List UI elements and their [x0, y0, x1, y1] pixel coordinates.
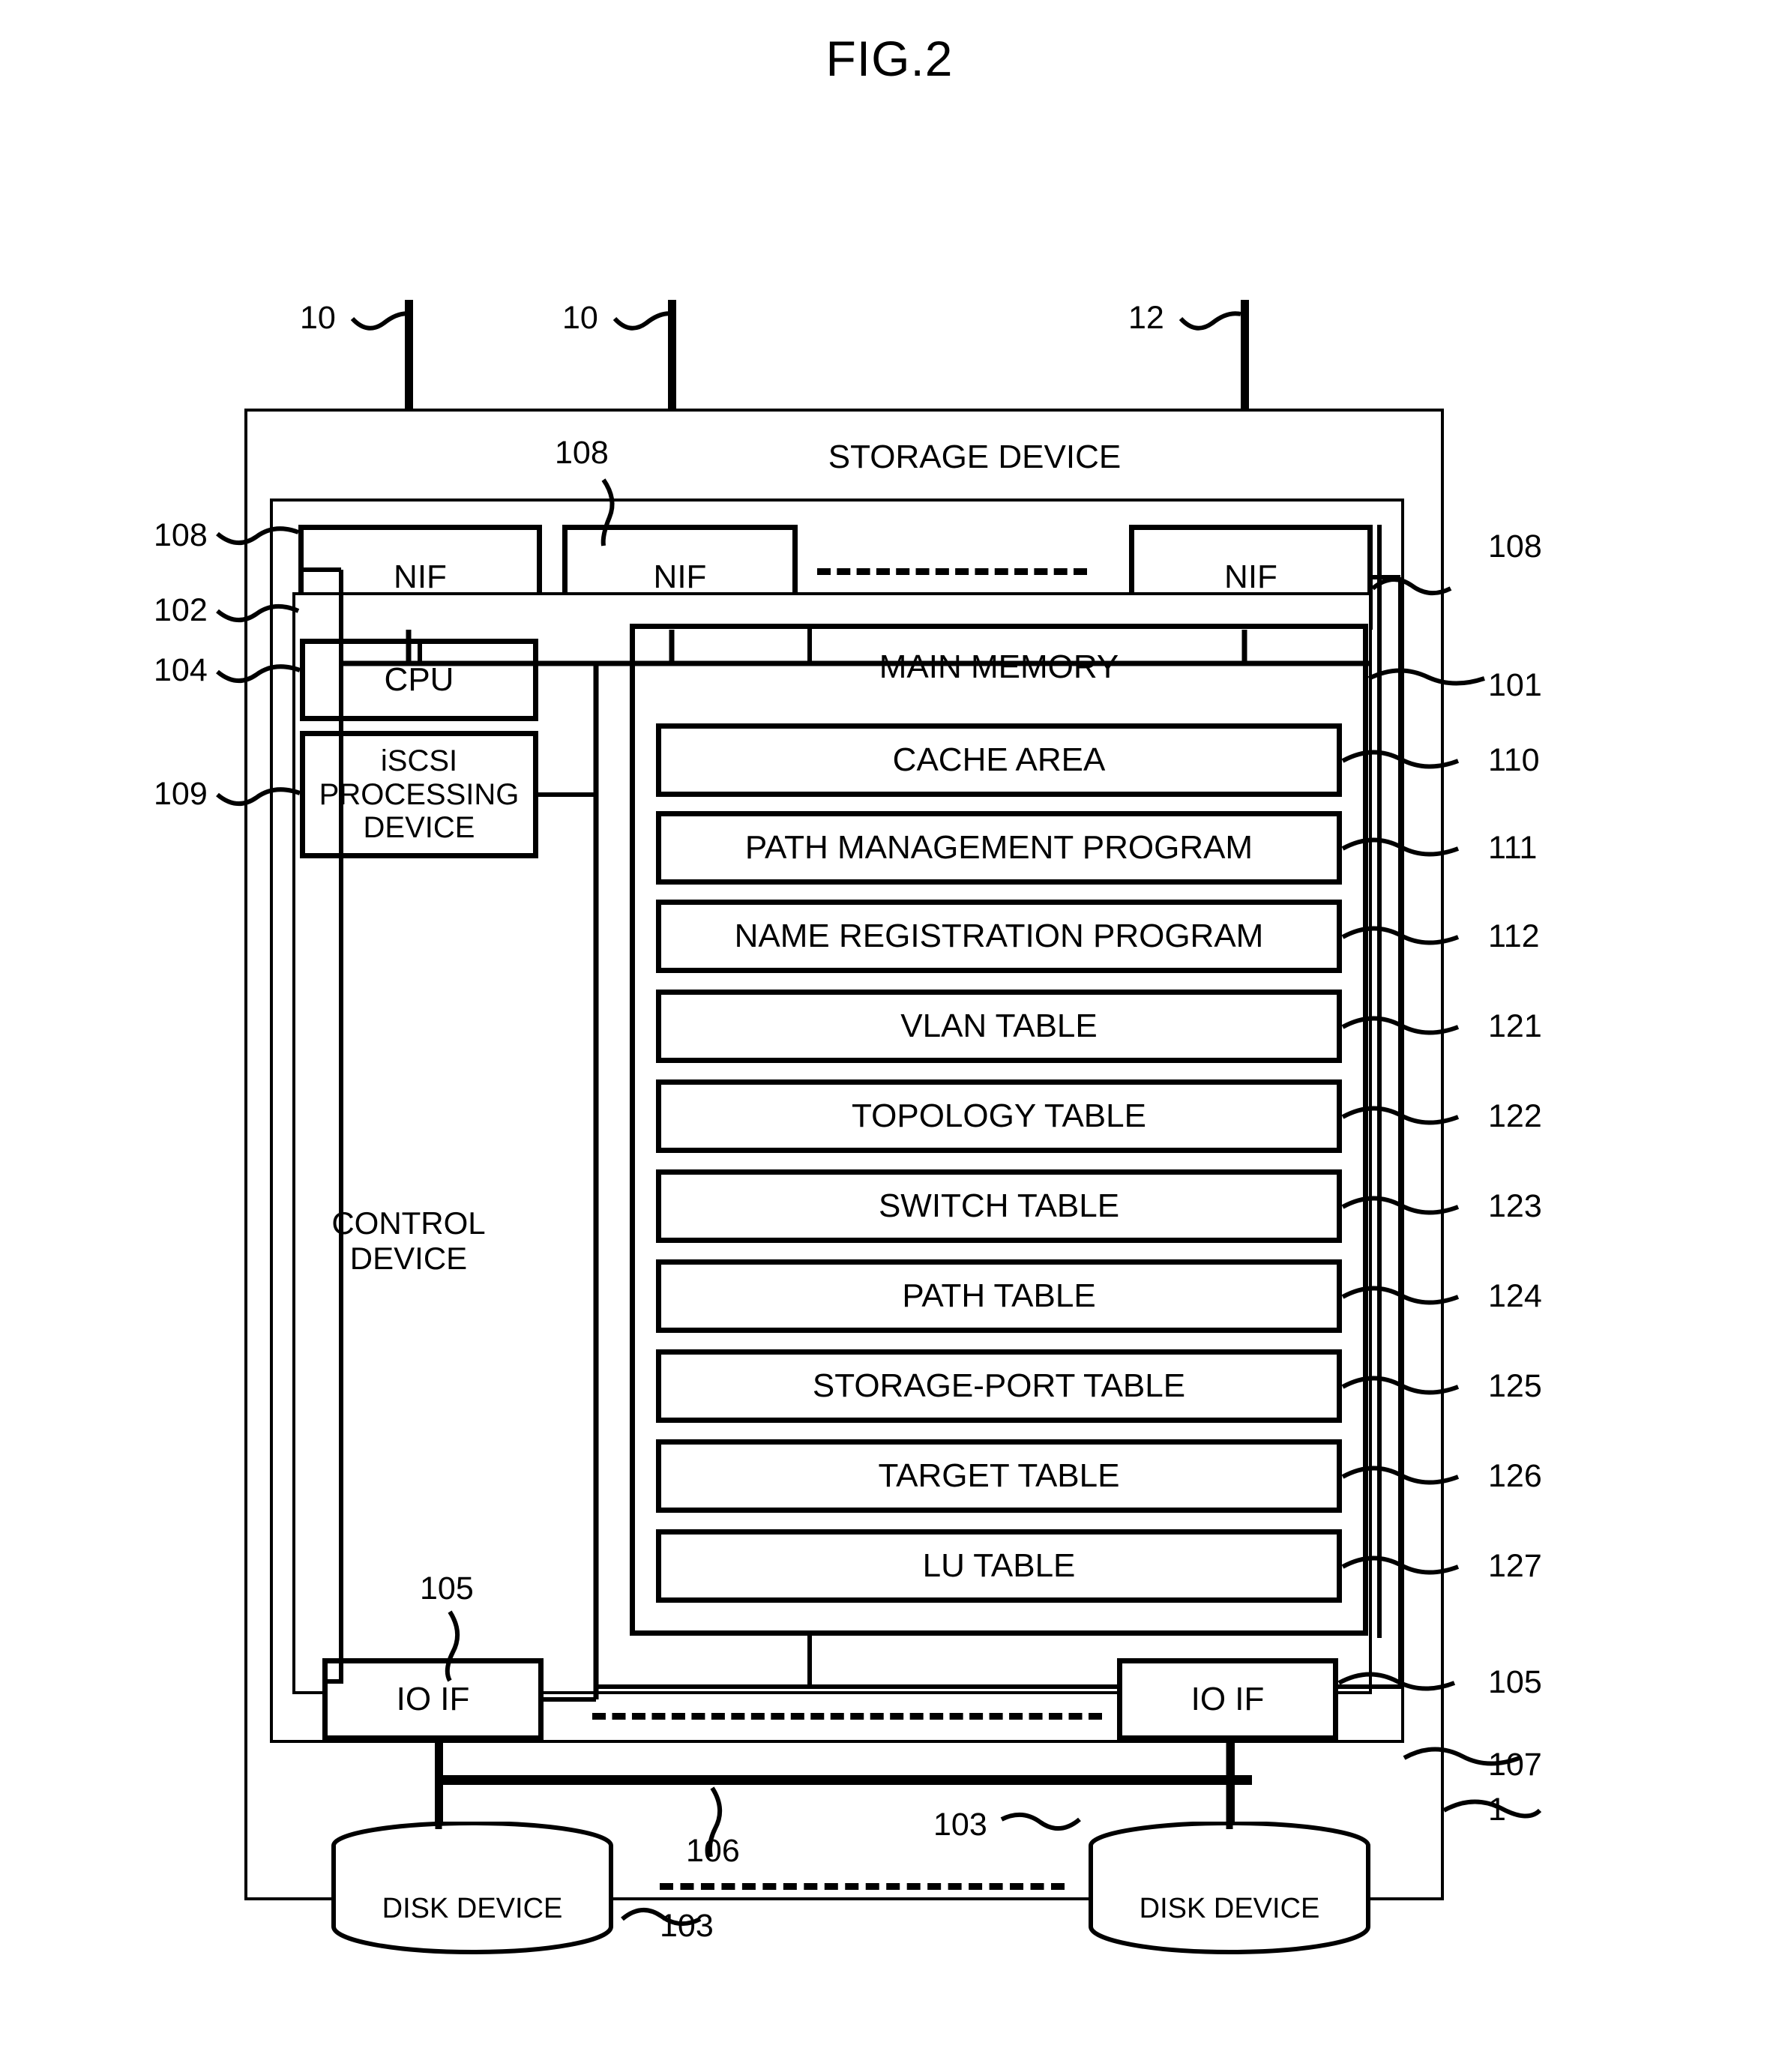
disk-device-right: DISK DEVICE	[1080, 1821, 1379, 1957]
memory-item-label-7: STORAGE-PORT TABLE	[812, 1367, 1186, 1405]
disk-bus-drop-right	[1226, 1741, 1235, 1831]
ref-memory-item-8: 126	[1488, 1458, 1542, 1494]
ref-iscsi-processing-device: 109	[154, 776, 208, 812]
memory-item-label-3: VLAN TABLE	[900, 1008, 1098, 1045]
io-if-ellipsis-dashes	[592, 1713, 1102, 1720]
disk-ellipsis-dashes	[660, 1883, 1065, 1890]
memory-item-label-8: TARGET TABLE	[878, 1457, 1120, 1495]
memory-item-label-2: NAME REGISTRATION PROGRAM	[734, 918, 1264, 955]
ref-disk-device-right: 103	[933, 1807, 987, 1843]
ref-network-2: 10	[562, 300, 598, 336]
ref-memory-item-2: 112	[1488, 918, 1540, 954]
memory-item-label-9: LU TABLE	[922, 1547, 1076, 1585]
ref-memory-item-0: 110	[1488, 742, 1540, 778]
ref-nif-top: 108	[555, 435, 609, 471]
storage-device-label: STORAGE DEVICE	[828, 439, 1122, 476]
ref-cpu: 104	[154, 652, 208, 688]
ref-main-memory: 101	[1488, 667, 1542, 703]
disk-cylinder-shape-right	[1089, 1821, 1370, 1954]
memory-item-label-0: CACHE AREA	[892, 741, 1106, 779]
figure-title: FIG.2	[825, 31, 954, 86]
ref-memory-item-3: 121	[1488, 1008, 1542, 1044]
ref-memory-item-7: 125	[1488, 1368, 1542, 1404]
iscsi-processing-device-label: iSCSI PROCESSING DEVICE	[319, 744, 520, 845]
ref-control-device: 102	[154, 592, 208, 628]
cpu-label: CPU	[384, 661, 454, 699]
memory-item-label-1: PATH MANAGEMENT PROGRAM	[744, 829, 1253, 867]
io-if-label-left: IO IF	[396, 1681, 470, 1718]
ref-memory-item-4: 122	[1488, 1098, 1542, 1134]
memory-item-label-6: PATH TABLE	[902, 1277, 1096, 1315]
ref-network-3: 12	[1128, 300, 1164, 336]
disk-cylinder-shape-left	[331, 1821, 613, 1954]
ref-nif-right: 108	[1488, 528, 1542, 564]
disk-device-label-left: DISK DEVICE	[382, 1893, 563, 1924]
ref-nif-left: 108	[154, 517, 208, 553]
main-memory-label: MAIN MEMORY	[879, 648, 1119, 686]
ref-disk-bus: 106	[686, 1833, 740, 1869]
disk-bus-line	[435, 1775, 1252, 1785]
disk-device-left: DISK DEVICE	[322, 1821, 622, 1957]
memory-item-label-4: TOPOLOGY TABLE	[852, 1097, 1146, 1135]
disk-bus-drop-left	[435, 1741, 443, 1831]
io-if-label-right: IO IF	[1190, 1681, 1265, 1718]
ref-storage-device: 107	[1488, 1747, 1542, 1783]
control-device-label: CONTROL DEVICE	[331, 1205, 486, 1276]
ref-disk-device-left: 103	[660, 1908, 714, 1944]
memory-item-label-5: SWITCH TABLE	[878, 1187, 1120, 1225]
ref-memory-item-5: 123	[1488, 1188, 1542, 1224]
disk-device-label-right: DISK DEVICE	[1139, 1893, 1320, 1924]
ref-memory-item-6: 124	[1488, 1278, 1542, 1314]
ref-memory-item-1: 111	[1488, 830, 1538, 866]
ref-outer-system: 1	[1488, 1792, 1506, 1828]
ref-memory-item-9: 127	[1488, 1548, 1542, 1584]
ref-network-1: 10	[300, 300, 336, 336]
ref-io-if-left: 105	[420, 1570, 474, 1606]
ref-io-if-right: 105	[1488, 1664, 1542, 1700]
nif-ellipsis-dashes	[817, 568, 1087, 575]
